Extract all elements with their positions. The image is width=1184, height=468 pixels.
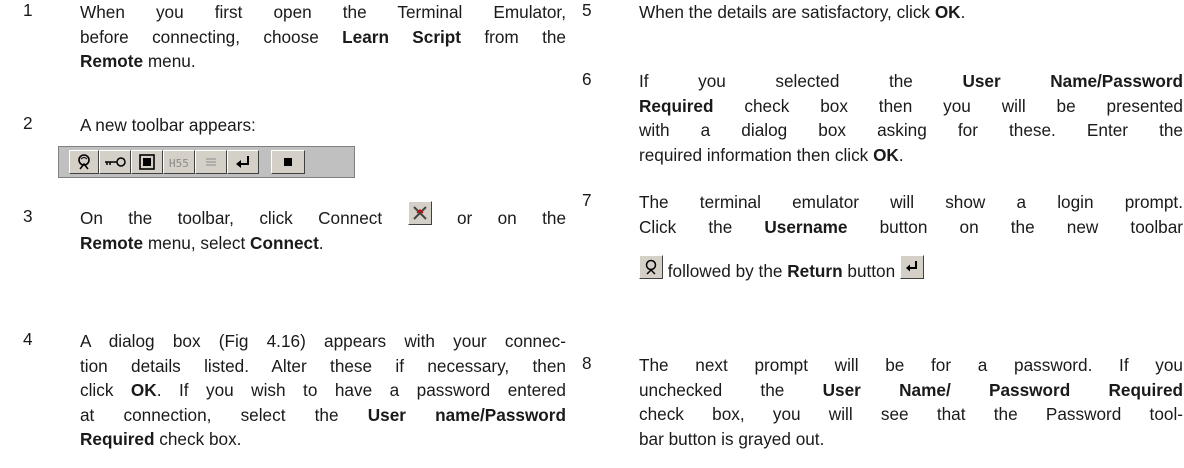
step-text: When the details are satisfactory, click… [639, 2, 966, 22]
step-text: On the toolbar, click Connect or on the … [80, 201, 566, 256]
step-number: 2 [23, 113, 33, 133]
password-icon [99, 150, 131, 174]
step-number: 7 [582, 190, 592, 210]
return-icon [227, 150, 259, 174]
step-number: 8 [582, 353, 592, 373]
stop-icon [271, 150, 305, 174]
learn-script-toolbar: H55 [58, 146, 355, 178]
step-text: A new toolbar appears: [80, 115, 256, 135]
step-text: The next prompt will be for a password. … [639, 355, 1183, 449]
hss-icon: H55 [163, 150, 195, 174]
id-icon [131, 150, 163, 174]
step-number: 1 [23, 0, 33, 20]
return-icon [899, 255, 924, 280]
step-number: 4 [23, 329, 33, 349]
username-icon [639, 255, 663, 280]
step-text: A dialog box (Fig 4.16) appears with you… [80, 331, 566, 449]
step-text: The terminal emulator will show a login … [639, 192, 1183, 281]
step-text: If you selected the User Name/Password R… [639, 71, 1184, 165]
svg-text:H55: H55 [169, 157, 189, 170]
connect-icon [407, 201, 432, 226]
step-number: 6 [582, 69, 592, 89]
step-number: 3 [23, 206, 33, 226]
step-number: 5 [582, 0, 592, 20]
step-text: When you first open the Terminal Emulato… [80, 2, 566, 71]
list-icon [195, 150, 227, 174]
username-icon [69, 150, 99, 174]
